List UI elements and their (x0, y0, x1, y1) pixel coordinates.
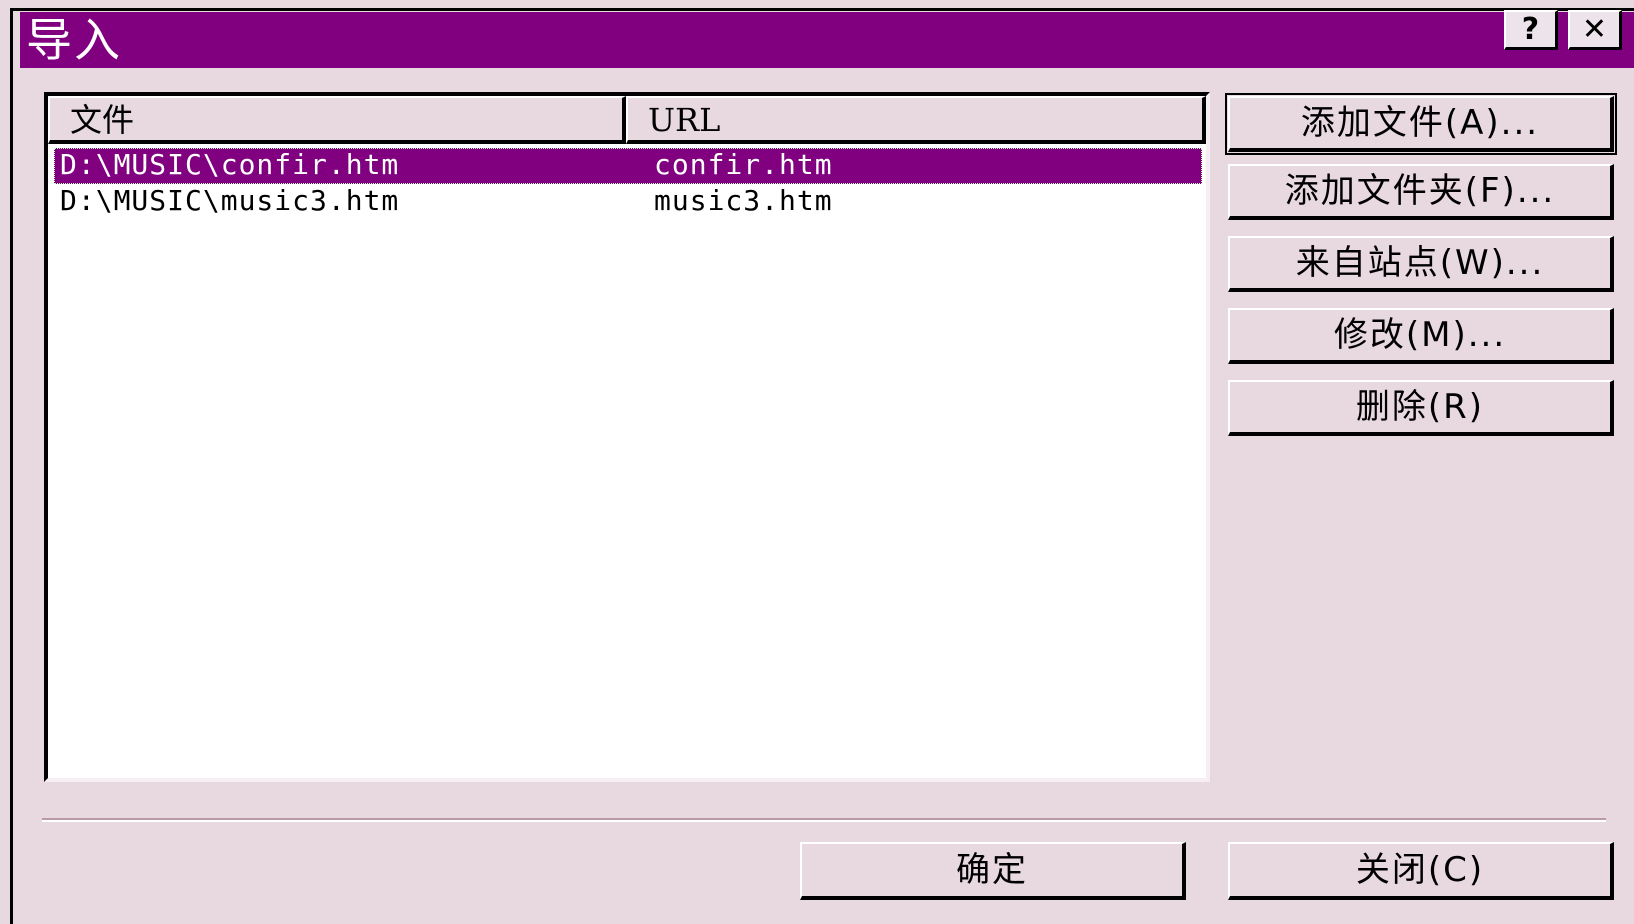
delete-button[interactable]: 删除(R) (1228, 380, 1614, 436)
row-url: confir.htm (654, 148, 833, 181)
ok-button[interactable]: 确定 (800, 842, 1186, 900)
dialog-title: 导入 (26, 13, 122, 67)
row-file-path: D:\MUSIC\confir.htm (60, 148, 400, 181)
from-site-button[interactable]: 来自站点(W)... (1228, 236, 1614, 292)
close-button[interactable]: 关闭(C) (1228, 842, 1614, 900)
help-button[interactable]: ? (1504, 10, 1558, 50)
close-icon[interactable]: ✕ (1568, 10, 1622, 50)
import-list[interactable]: 文件 URL D:\MUSIC\confir.htm confir.htm D:… (44, 92, 1210, 782)
column-header-file[interactable]: 文件 (48, 96, 626, 144)
separator (42, 818, 1606, 822)
title-bar: 导入 (20, 12, 1634, 68)
list-row[interactable]: D:\MUSIC\confir.htm confir.htm (54, 148, 1202, 184)
list-header: 文件 URL (48, 96, 1206, 144)
row-url: music3.htm (654, 184, 833, 217)
row-file-path: D:\MUSIC\music3.htm (60, 184, 400, 217)
column-header-url[interactable]: URL (626, 96, 1206, 144)
list-row[interactable]: D:\MUSIC\music3.htm music3.htm (54, 184, 1202, 220)
modify-button[interactable]: 修改(M)... (1228, 308, 1614, 364)
add-file-button[interactable]: 添加文件(A)... (1225, 93, 1617, 155)
add-folder-button[interactable]: 添加文件夹(F)... (1228, 164, 1614, 220)
list-rows: D:\MUSIC\confir.htm confir.htm D:\MUSIC\… (48, 148, 1206, 220)
